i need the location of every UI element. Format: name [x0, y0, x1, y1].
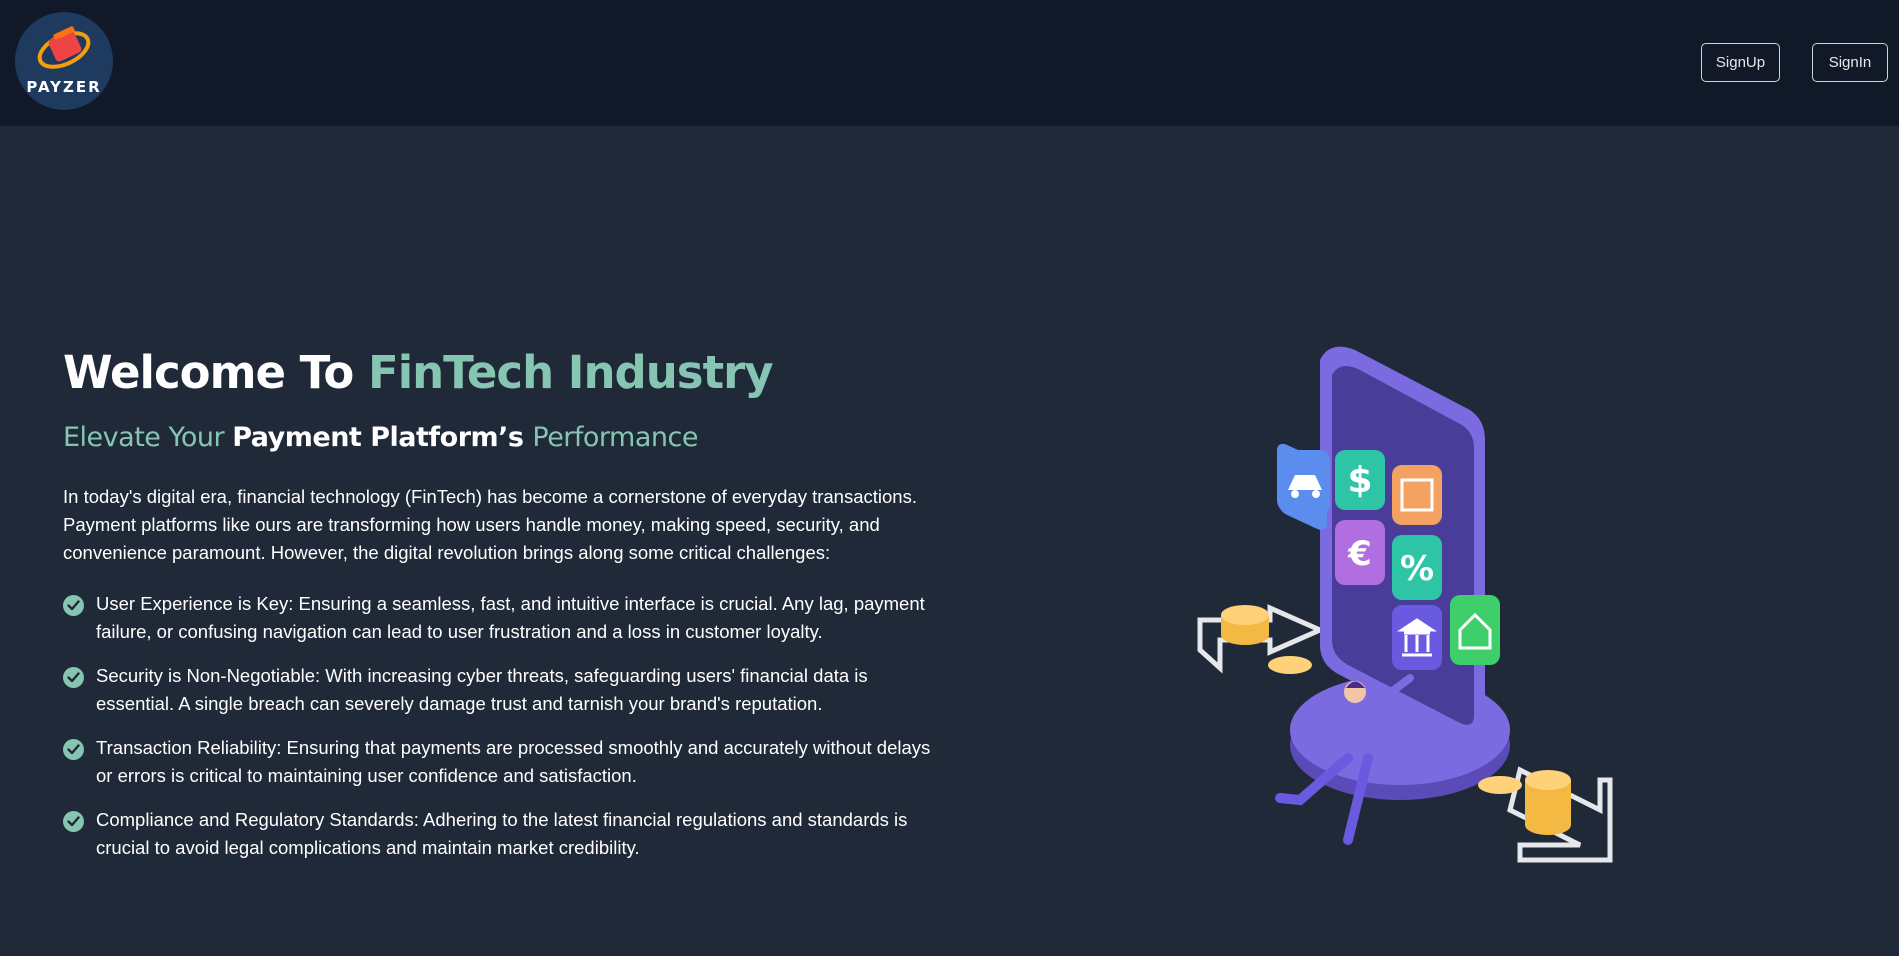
hero-subtitle-accent-2: Performance: [532, 422, 698, 453]
svg-text:%: %: [1400, 549, 1434, 589]
list-item-text: Compliance and Regulatory Standards: Adh…: [96, 809, 908, 858]
home-app-icon: [1450, 595, 1500, 665]
car-app-icon: [1280, 450, 1330, 515]
wallet-logo-icon: [37, 26, 91, 69]
list-item-text: User Experience is Key: Ensuring a seaml…: [96, 593, 925, 642]
bank-app-icon: [1392, 605, 1442, 670]
signin-button[interactable]: SignIn: [1812, 43, 1888, 82]
challenge-list: User Experience is Key: Ensuring a seaml…: [63, 590, 943, 878]
brand-logo[interactable]: PAYZER: [15, 12, 113, 110]
percent-app-icon: %: [1392, 535, 1442, 600]
list-item: Security is Non-Negotiable: With increas…: [63, 662, 943, 718]
list-item: Compliance and Regulatory Standards: Adh…: [63, 806, 943, 862]
svg-text:$: $: [1347, 460, 1372, 501]
check-circle-icon: [63, 811, 84, 832]
list-item: User Experience is Key: Ensuring a seaml…: [63, 590, 943, 646]
signup-button[interactable]: SignUp: [1701, 43, 1780, 82]
fintech-phone-illustration: $ € %: [1180, 330, 1640, 870]
calendar-app-icon: [1392, 465, 1442, 525]
hero-title-accent: FinTech Industry: [367, 346, 774, 399]
dollar-app-icon: $: [1335, 450, 1385, 510]
hero-title-prefix: Welcome To: [63, 346, 368, 399]
svg-text:€: €: [1347, 534, 1372, 574]
check-circle-icon: [63, 595, 84, 616]
list-item-text: Security is Non-Negotiable: With increas…: [96, 665, 868, 714]
hero-title: Welcome To FinTech Industry: [63, 346, 774, 399]
top-navbar: PAYZER SignUp SignIn: [0, 0, 1899, 126]
hero-subtitle-accent-1: Elevate Your: [63, 422, 233, 453]
list-item-text: Transaction Reliability: Ensuring that p…: [96, 737, 931, 786]
check-circle-icon: [63, 667, 84, 688]
check-circle-icon: [63, 739, 84, 760]
euro-app-icon: €: [1335, 520, 1385, 585]
hero-subtitle: Elevate Your Payment Platform’s Performa…: [63, 422, 698, 453]
brand-name: PAYZER: [26, 78, 102, 96]
list-item: Transaction Reliability: Ensuring that p…: [63, 734, 943, 790]
hero-subtitle-main: Payment Platform’s: [232, 422, 533, 453]
hero-intro-paragraph: In today's digital era, financial techno…: [63, 486, 917, 563]
